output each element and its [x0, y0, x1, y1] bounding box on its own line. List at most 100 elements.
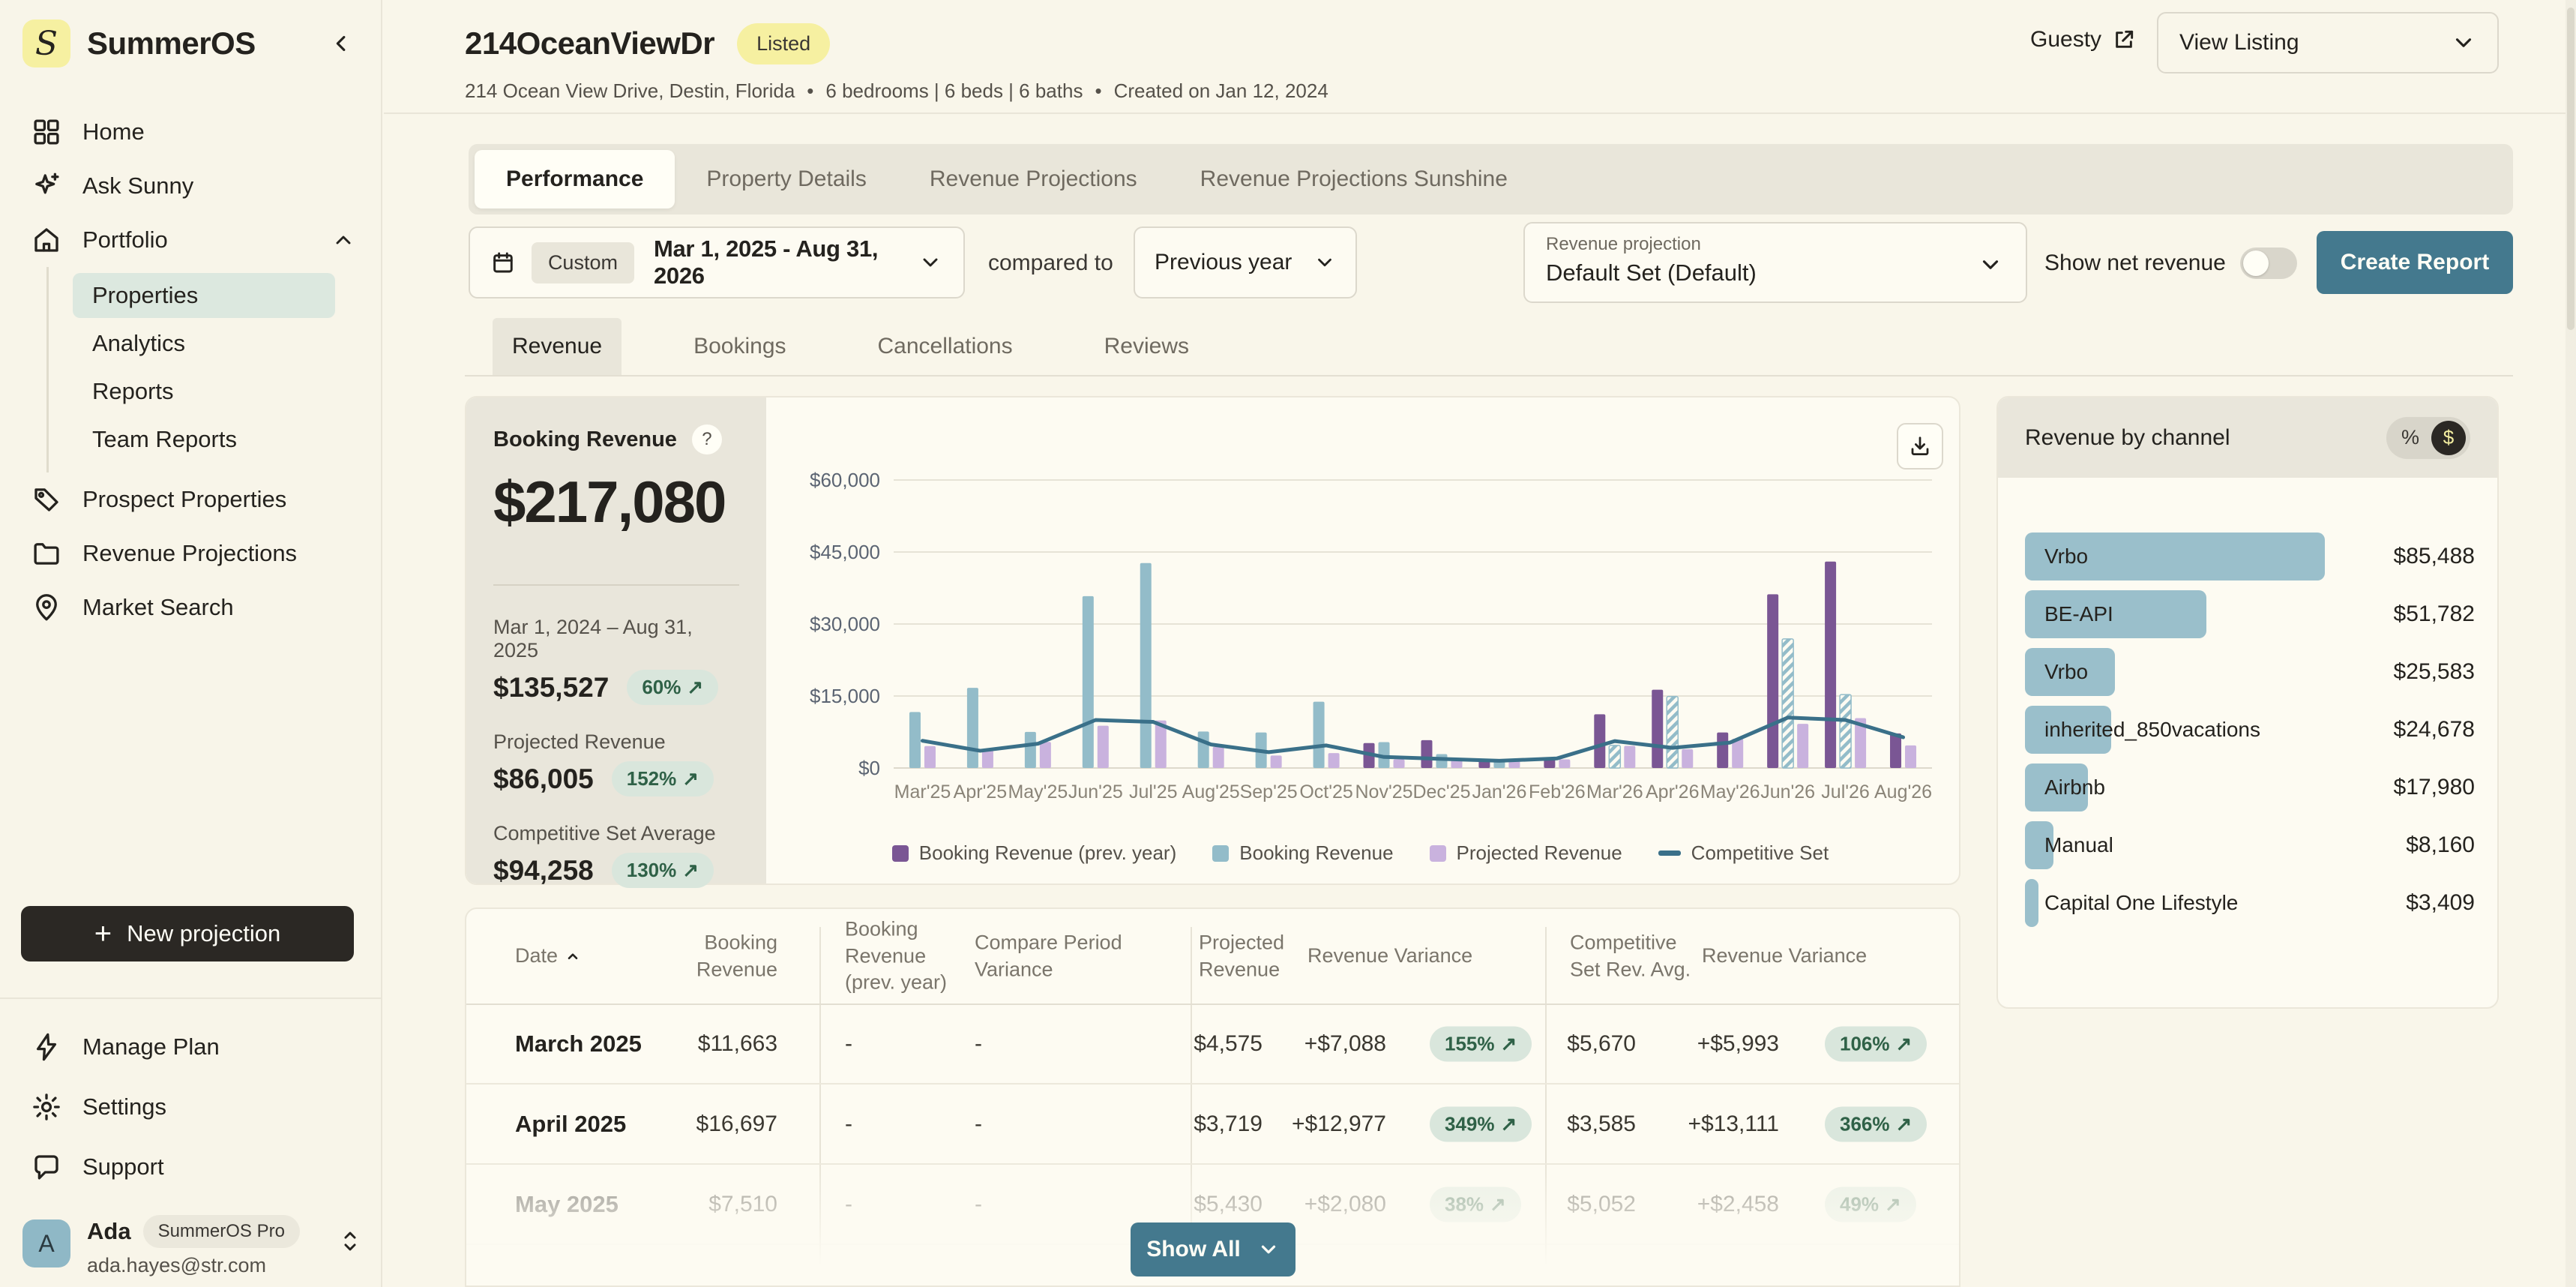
help-icon[interactable]: ?: [692, 424, 722, 454]
bullet-separator: •: [807, 80, 813, 103]
svg-text:Sep'25: Sep'25: [1240, 782, 1298, 802]
cell-comp_var: +$13,111: [1637, 1112, 1779, 1137]
sidebar-item-reports[interactable]: Reports: [73, 369, 335, 414]
date-range-picker[interactable]: Custom Mar 1, 2025 - Aug 31, 2026: [469, 226, 965, 298]
sidebar: S SummerOS Home Ask Sunny PortfolioPrope…: [0, 0, 382, 1287]
chevron-up-icon: [331, 228, 355, 252]
tab-revenue-projections[interactable]: Revenue Projections: [898, 150, 1169, 208]
net-revenue-toggle[interactable]: [2240, 248, 2297, 279]
custom-range-chip: Custom: [532, 242, 634, 284]
grid-icon: [30, 116, 63, 148]
channel-card-title: Revenue by channel: [2025, 425, 2230, 451]
channel-row-be-api: BE-API $51,782: [2025, 590, 2475, 638]
property-rooms: 6 bedrooms | 6 beds | 6 baths: [825, 80, 1083, 103]
chart-legend: Booking Revenue (prev. year)Booking Reve…: [766, 842, 1954, 865]
guesty-link[interactable]: Guesty: [2030, 27, 2136, 52]
revenue-chart-zone: $0$15,000$30,000$45,000$60,000Mar'25Apr'…: [766, 410, 1954, 834]
sidebar-item-label: Home: [82, 118, 145, 146]
new-projection-label: New projection: [127, 920, 280, 947]
profile-menu[interactable]: A Ada SummerOS Pro ada.hayes@str.com: [22, 1215, 361, 1275]
channel-name: Vrbo: [2044, 648, 2088, 696]
sidebar-item-manage-plan[interactable]: Manage Plan: [0, 1017, 382, 1077]
scrollbar-thumb[interactable]: [2567, 8, 2575, 330]
chevron-left-icon: [329, 31, 355, 56]
table-row-march-2025[interactable]: March 2025$11,663--$4,575+$7,088155%↗$5,…: [466, 1005, 1959, 1084]
booking-revenue-total: $217,080: [493, 468, 739, 536]
subtab-reviews[interactable]: Reviews: [1085, 318, 1209, 375]
svg-text:Mar'25: Mar'25: [894, 782, 951, 802]
compare-period-dropdown[interactable]: Previous year: [1134, 226, 1357, 298]
status-badge: Listed: [737, 23, 830, 64]
profile-name: Ada: [87, 1218, 131, 1245]
channel-name: Vrbo: [2044, 532, 2088, 580]
prev-period-value: $135,527: [493, 672, 609, 704]
sidebar-item-prospect-properties[interactable]: Prospect Properties: [0, 472, 382, 526]
svg-text:$0: $0: [858, 757, 880, 779]
profile-expander-icon[interactable]: [339, 1228, 361, 1254]
new-projection-button[interactable]: + New projection: [21, 906, 354, 962]
channel-row-inherited-850vacations: inherited_850vacations $24,678: [2025, 706, 2475, 754]
compare-period-value: Previous year: [1155, 250, 1292, 275]
projected-delta-badge: 152%↗: [612, 761, 714, 796]
booking-summary-panel: Booking Revenue ? $217,080 Mar 1, 2024 –…: [466, 398, 766, 884]
sidebar-item-portfolio[interactable]: Portfolio: [0, 213, 382, 267]
tab-performance[interactable]: Performance: [475, 150, 675, 208]
svg-text:Oct'25: Oct'25: [1299, 782, 1352, 802]
trend-up-icon: ↗: [1501, 1033, 1517, 1056]
sidebar-item-support[interactable]: Support: [0, 1137, 382, 1197]
svg-text:Jun'25: Jun'25: [1068, 782, 1123, 802]
header-divider: [384, 112, 2576, 114]
channel-name: Airbnb: [2044, 764, 2105, 812]
folder-icon: [30, 537, 63, 570]
cell-rev_var: +$12,977: [1244, 1112, 1386, 1137]
tab-property-details[interactable]: Property Details: [675, 150, 897, 208]
view-listing-dropdown[interactable]: View Listing: [2157, 12, 2499, 74]
sidebar-item-properties[interactable]: Properties: [73, 273, 335, 318]
channel-bar: [2025, 879, 2038, 927]
scrollbar[interactable]: [2566, 0, 2576, 1287]
create-report-button[interactable]: Create Report: [2317, 231, 2513, 294]
channel-row-capital-one-lifestyle: Capital One Lifestyle $3,409: [2025, 879, 2475, 927]
sidebar-item-settings[interactable]: Settings: [0, 1077, 382, 1137]
table-row-april-2025[interactable]: April 2025$16,697--$3,719+$12,977349%↗$3…: [466, 1085, 1959, 1165]
guesty-label: Guesty: [2030, 27, 2101, 52]
tab-revenue-projections-sunshine[interactable]: Revenue Projections Sunshine: [1169, 150, 1539, 208]
legend-label: Competitive Set: [1691, 842, 1829, 865]
legend-label: Booking Revenue (prev. year): [919, 842, 1176, 865]
subtab-revenue[interactable]: Revenue: [493, 318, 622, 375]
legend-swatch: [892, 845, 909, 862]
sidebar-collapse-button[interactable]: [324, 26, 360, 62]
home-icon: [30, 224, 63, 256]
table-header: Date Booking Revenue Booking Revenue (pr…: [466, 909, 1959, 1005]
variance-badge: 49%↗: [1825, 1187, 1916, 1222]
channel-row-airbnb: Airbnb $17,980: [2025, 764, 2475, 812]
subtab-cancellations[interactable]: Cancellations: [858, 318, 1032, 375]
cell-comp_var: +$2,458: [1637, 1192, 1779, 1217]
sidebar-item-team-reports[interactable]: Team Reports: [73, 417, 335, 462]
sidebar-item-label: Market Search: [82, 594, 234, 621]
plan-badge: SummerOS Pro: [143, 1215, 300, 1248]
sidebar-subnav: PropertiesAnalyticsReportsTeam Reports: [46, 267, 382, 472]
subtab-bookings[interactable]: Bookings: [674, 318, 805, 375]
revenue-projection-dropdown[interactable]: Revenue projection Default Set (Default): [1523, 222, 2027, 303]
projected-label: Projected Revenue: [493, 730, 739, 754]
sidebar-item-home[interactable]: Home: [0, 105, 382, 159]
show-all-button[interactable]: Show All: [1131, 1222, 1295, 1276]
sidebar-item-revenue-projections[interactable]: Revenue Projections: [0, 526, 382, 580]
profile-info: Ada SummerOS Pro ada.hayes@str.com: [87, 1215, 300, 1277]
variance-badge: 38%↗: [1430, 1187, 1521, 1222]
prev-period-delta-badge: 60%↗: [627, 670, 718, 705]
download-chart-button[interactable]: [1897, 423, 1943, 470]
dollar-option[interactable]: $: [2431, 421, 2466, 455]
sidebar-item-ask-sunny[interactable]: Ask Sunny: [0, 159, 382, 213]
sidebar-item-analytics[interactable]: Analytics: [73, 321, 335, 366]
tab-bar: PerformanceProperty DetailsRevenue Proje…: [469, 144, 2513, 214]
sidebar-item-market-search[interactable]: Market Search: [0, 580, 382, 634]
svg-text:$30,000: $30,000: [810, 613, 880, 635]
percent-dollar-toggle[interactable]: % $: [2386, 417, 2470, 459]
svg-text:$45,000: $45,000: [810, 541, 880, 563]
trend-up-icon: ↗: [1896, 1113, 1913, 1136]
svg-text:Dec'25: Dec'25: [1412, 782, 1470, 802]
percent-option[interactable]: %: [2401, 426, 2419, 449]
column-header-date[interactable]: Date: [515, 943, 580, 970]
